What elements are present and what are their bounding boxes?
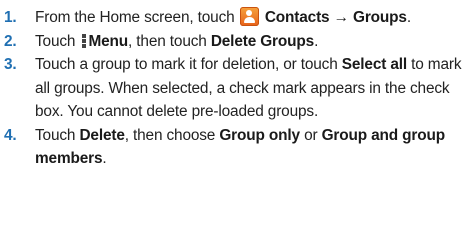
step-text: or (299, 126, 322, 144)
step-text: . (102, 150, 107, 167)
menu-label: Menu (88, 32, 129, 50)
step-text: . (406, 9, 411, 26)
step-text: , then touch (128, 32, 211, 50)
step-text: Touch (35, 32, 80, 50)
step-list: 1 From the Home screen, touch Contacts →… (4, 6, 468, 171)
step-3: 3 Touch a group to mark it for deletion,… (4, 53, 468, 124)
step-number: 2 (4, 30, 30, 54)
step-text: From the Home screen, touch (35, 9, 239, 26)
instruction-page: 1 From the Home screen, touch Contacts →… (0, 0, 472, 240)
delete-groups-label: Delete Groups (210, 32, 315, 50)
step-number: 4 (4, 124, 30, 148)
menu-icon (82, 33, 87, 48)
groups-label: Groups (353, 9, 407, 26)
select-all-label: Select all (341, 56, 408, 73)
step-2: 2 Touch Menu, then touch Delete Groups. (4, 30, 468, 54)
group-only-label: Group only (219, 126, 300, 144)
step-text: Touch a group to mark it for deletion, o… (35, 56, 342, 73)
step-number: 1 (4, 6, 30, 30)
step-1: 1 From the Home screen, touch Contacts →… (4, 6, 468, 30)
arrow: → (333, 9, 349, 26)
step-number: 3 (4, 53, 30, 77)
contacts-label: Contacts (264, 9, 330, 26)
contacts-icon (239, 7, 259, 26)
delete-label: Delete (79, 126, 125, 144)
step-4: 4 Touch Delete, then choose Group only o… (4, 124, 468, 171)
step-text: Touch (35, 126, 80, 144)
step-text: , then choose (124, 126, 220, 144)
step-text: . (314, 32, 319, 50)
